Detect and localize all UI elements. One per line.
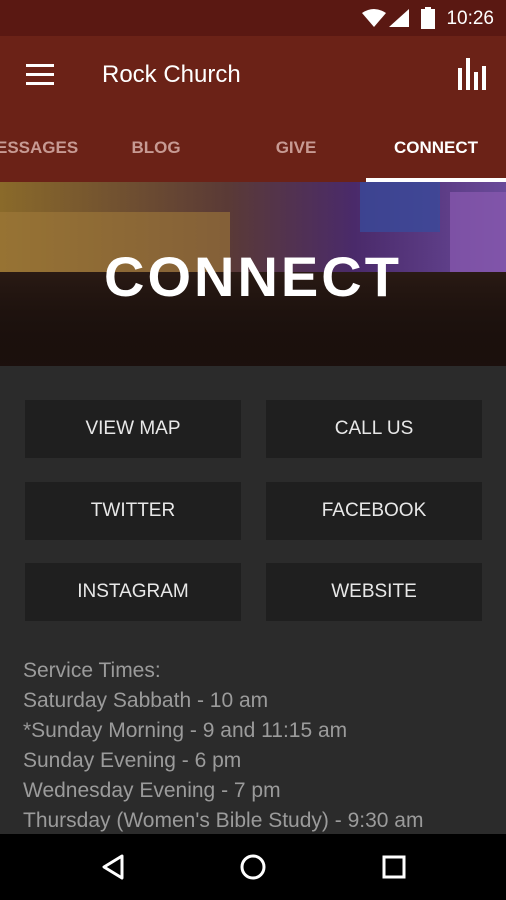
tab-connect[interactable]: CONNECT	[366, 118, 506, 182]
tab-blog[interactable]: BLOG	[86, 118, 226, 182]
tab-give[interactable]: GIVE	[226, 118, 366, 182]
wifi-icon	[362, 9, 386, 27]
hero-title: CONNECT	[104, 245, 402, 308]
call-us-button[interactable]: CALL US	[266, 400, 482, 458]
app-title: Rock Church	[102, 61, 241, 88]
service-time-line: Wednesday Evening - 7 pm	[23, 779, 281, 802]
home-icon[interactable]	[240, 854, 266, 880]
recents-icon[interactable]	[382, 855, 406, 879]
hero-banner: CONNECT	[0, 182, 506, 366]
service-time-line: Sunday Evening - 6 pm	[23, 749, 242, 772]
connect-content: VIEW MAP CALL US TWITTER FACEBOOK INSTAG…	[0, 366, 506, 834]
facebook-button[interactable]: FACEBOOK	[266, 482, 482, 540]
service-time-line: *Sunday Morning - 9 and 11:15 am	[23, 719, 348, 742]
website-button[interactable]: WEBSITE	[266, 563, 482, 621]
status-bar: 10:26	[0, 0, 506, 36]
bar-chart-icon[interactable]	[458, 58, 486, 90]
service-times-heading: Service Times:	[23, 659, 161, 682]
battery-icon	[421, 7, 435, 29]
service-time-line: Saturday Sabbath - 10 am	[23, 689, 269, 712]
view-map-button[interactable]: VIEW MAP	[25, 400, 241, 458]
back-icon[interactable]	[101, 854, 125, 880]
service-time-line: Thursday (Women's Bible Study) - 9:30 am	[23, 809, 424, 832]
twitter-button[interactable]: TWITTER	[25, 482, 241, 540]
menu-icon[interactable]	[26, 64, 54, 86]
status-time: 10:26	[446, 8, 494, 29]
instagram-button[interactable]: INSTAGRAM	[25, 563, 241, 621]
service-times: Service Times: Saturday Sabbath - 10 am …	[23, 656, 423, 836]
system-nav-bar	[0, 834, 506, 900]
signal-icon	[389, 9, 409, 27]
app-bar: Rock Church	[0, 36, 506, 118]
tab-bar: MESSAGES BLOG GIVE CONNECT	[0, 118, 506, 182]
